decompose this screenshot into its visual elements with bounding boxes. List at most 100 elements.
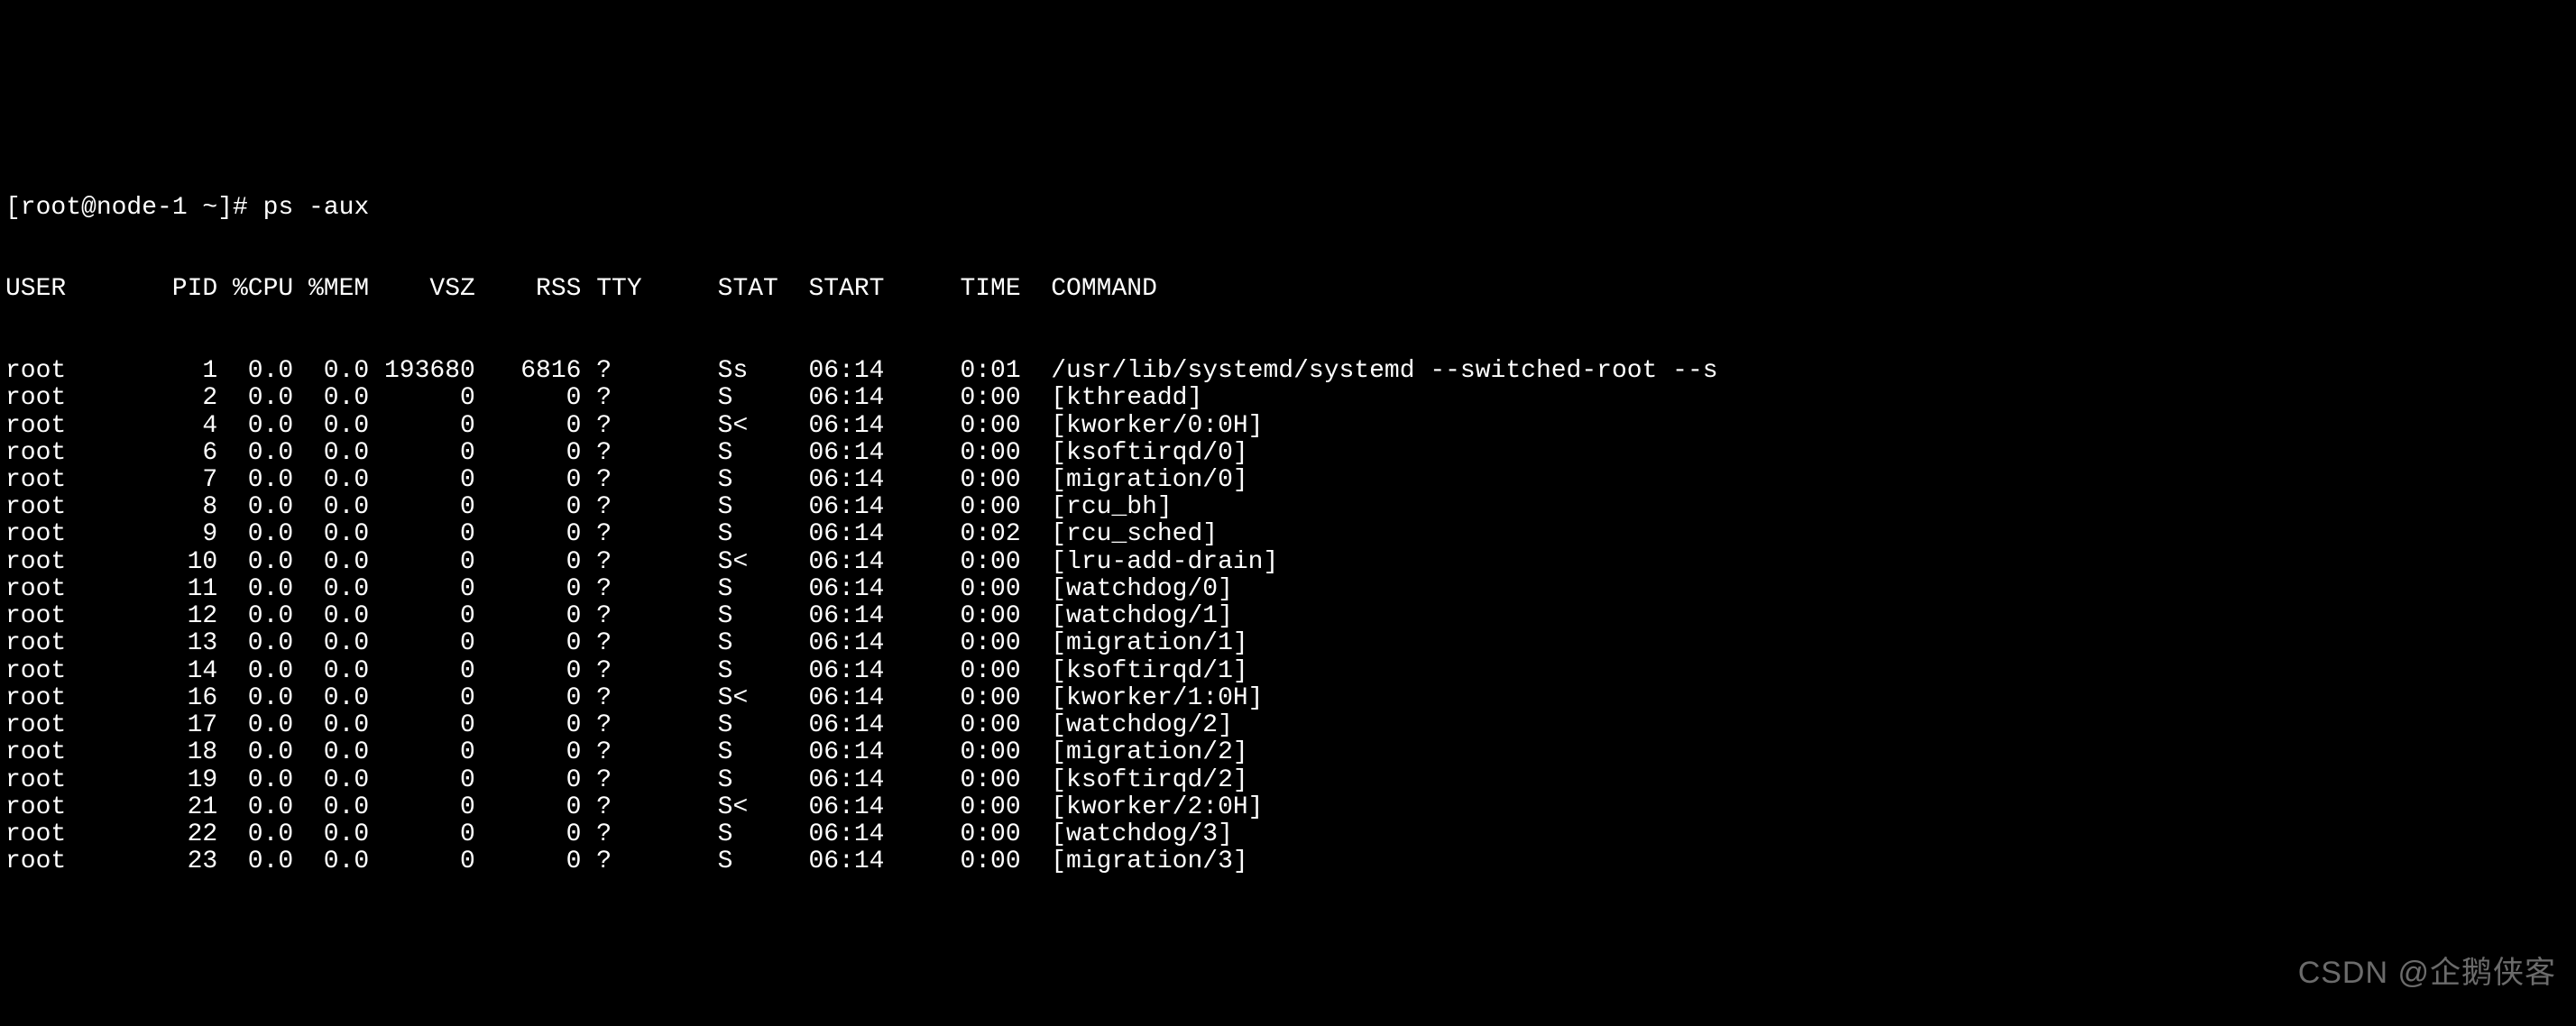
cell-rss: 0 xyxy=(475,440,582,467)
cell-cpu: 0.0 xyxy=(217,685,293,712)
cell-time: 0:00 xyxy=(899,821,1020,848)
cell-mem: 0.0 xyxy=(293,467,369,494)
cell-tty: ? xyxy=(581,358,657,385)
ps-row: root130.00.000?S06:140:00[migration/1] xyxy=(5,630,2571,657)
cell-tty: ? xyxy=(581,658,657,685)
cell-mem: 0.0 xyxy=(293,794,369,821)
cell-pid: 14 xyxy=(157,658,217,685)
cell-user: root xyxy=(5,440,157,467)
cell-rss: 0 xyxy=(475,739,582,766)
cell-command: [rcu_sched] xyxy=(1021,521,1218,548)
cell-time: 0:00 xyxy=(899,603,1020,630)
cell-rss: 0 xyxy=(475,794,582,821)
cell-mem: 0.0 xyxy=(293,767,369,794)
cell-pid: 9 xyxy=(157,521,217,548)
cell-pid: 13 xyxy=(157,630,217,657)
cell-pid: 7 xyxy=(157,467,217,494)
col-header-user: USER xyxy=(5,276,157,303)
cell-user: root xyxy=(5,685,157,712)
cell-tty: ? xyxy=(581,794,657,821)
cell-pid: 17 xyxy=(157,712,217,739)
ps-row: root70.00.000?S06:140:00[migration/0] xyxy=(5,467,2571,494)
cell-time: 0:00 xyxy=(899,712,1020,739)
cell-start: 06:14 xyxy=(794,848,900,875)
cell-vsz: 0 xyxy=(369,848,475,875)
col-header-tty: TTY xyxy=(581,276,657,303)
cell-mem: 0.0 xyxy=(293,440,369,467)
cell-start: 06:14 xyxy=(794,549,900,576)
cell-pid: 4 xyxy=(157,413,217,440)
cell-user: root xyxy=(5,521,157,548)
cell-command: [kworker/2:0H] xyxy=(1021,794,1264,821)
cell-mem: 0.0 xyxy=(293,712,369,739)
cell-cpu: 0.0 xyxy=(217,467,293,494)
cell-stat: S xyxy=(657,385,793,412)
cell-mem: 0.0 xyxy=(293,821,369,848)
cell-tty: ? xyxy=(581,712,657,739)
ps-row: root230.00.000?S06:140:00[migration/3] xyxy=(5,848,2571,875)
cell-stat: S xyxy=(657,658,793,685)
cell-cpu: 0.0 xyxy=(217,385,293,412)
col-header-command: COMMAND xyxy=(1021,276,1157,303)
cell-tty: ? xyxy=(581,385,657,412)
cell-command: /usr/lib/systemd/systemd --switched-root… xyxy=(1021,358,1718,385)
cell-vsz: 0 xyxy=(369,549,475,576)
cell-rss: 0 xyxy=(475,467,582,494)
cell-user: root xyxy=(5,821,157,848)
terminal-output[interactable]: [root@node-1 ~]# ps -aux USERPID%CPU%MEM… xyxy=(0,136,2576,907)
cell-start: 06:14 xyxy=(794,794,900,821)
cell-pid: 11 xyxy=(157,576,217,603)
cell-vsz: 0 xyxy=(369,576,475,603)
prompt-text: [root@node-1 ~]# ps -aux xyxy=(5,194,369,222)
cell-user: root xyxy=(5,630,157,657)
cell-vsz: 0 xyxy=(369,658,475,685)
cell-cpu: 0.0 xyxy=(217,630,293,657)
cell-pid: 23 xyxy=(157,848,217,875)
cell-command: [watchdog/1] xyxy=(1021,603,1233,630)
cell-tty: ? xyxy=(581,549,657,576)
cell-rss: 0 xyxy=(475,767,582,794)
col-header-rss: RSS xyxy=(475,276,582,303)
cell-user: root xyxy=(5,848,157,875)
cell-mem: 0.0 xyxy=(293,521,369,548)
cell-stat: S xyxy=(657,494,793,521)
ps-row: root100.00.000?S<06:140:00[lru-add-drain… xyxy=(5,549,2571,576)
cell-cpu: 0.0 xyxy=(217,848,293,875)
cell-user: root xyxy=(5,767,157,794)
cell-start: 06:14 xyxy=(794,767,900,794)
cell-command: [lru-add-drain] xyxy=(1021,549,1279,576)
cell-command: [watchdog/0] xyxy=(1021,576,1233,603)
cell-rss: 0 xyxy=(475,712,582,739)
cell-start: 06:14 xyxy=(794,658,900,685)
cell-pid: 8 xyxy=(157,494,217,521)
cell-cpu: 0.0 xyxy=(217,739,293,766)
cell-cpu: 0.0 xyxy=(217,821,293,848)
cell-rss: 0 xyxy=(475,603,582,630)
cell-vsz: 193680 xyxy=(369,358,475,385)
cell-stat: S xyxy=(657,739,793,766)
ps-row: root10.00.01936806816?Ss06:140:01/usr/li… xyxy=(5,358,2571,385)
cell-mem: 0.0 xyxy=(293,848,369,875)
cell-command: [ksoftirqd/1] xyxy=(1021,658,1248,685)
cell-start: 06:14 xyxy=(794,440,900,467)
cell-mem: 0.0 xyxy=(293,358,369,385)
ps-row: root90.00.000?S06:140:02[rcu_sched] xyxy=(5,521,2571,548)
cell-pid: 21 xyxy=(157,794,217,821)
cell-cpu: 0.0 xyxy=(217,440,293,467)
cell-stat: S< xyxy=(657,413,793,440)
cell-command: [migration/3] xyxy=(1021,848,1248,875)
cell-tty: ? xyxy=(581,630,657,657)
cell-mem: 0.0 xyxy=(293,658,369,685)
cell-user: root xyxy=(5,603,157,630)
ps-row: root80.00.000?S06:140:00[rcu_bh] xyxy=(5,494,2571,521)
cell-cpu: 0.0 xyxy=(217,521,293,548)
cell-rss: 0 xyxy=(475,630,582,657)
cell-vsz: 0 xyxy=(369,821,475,848)
cell-start: 06:14 xyxy=(794,739,900,766)
cell-start: 06:14 xyxy=(794,494,900,521)
cell-stat: S xyxy=(657,603,793,630)
cell-stat: S xyxy=(657,821,793,848)
cell-time: 0:00 xyxy=(899,440,1020,467)
cell-start: 06:14 xyxy=(794,576,900,603)
cell-time: 0:00 xyxy=(899,630,1020,657)
